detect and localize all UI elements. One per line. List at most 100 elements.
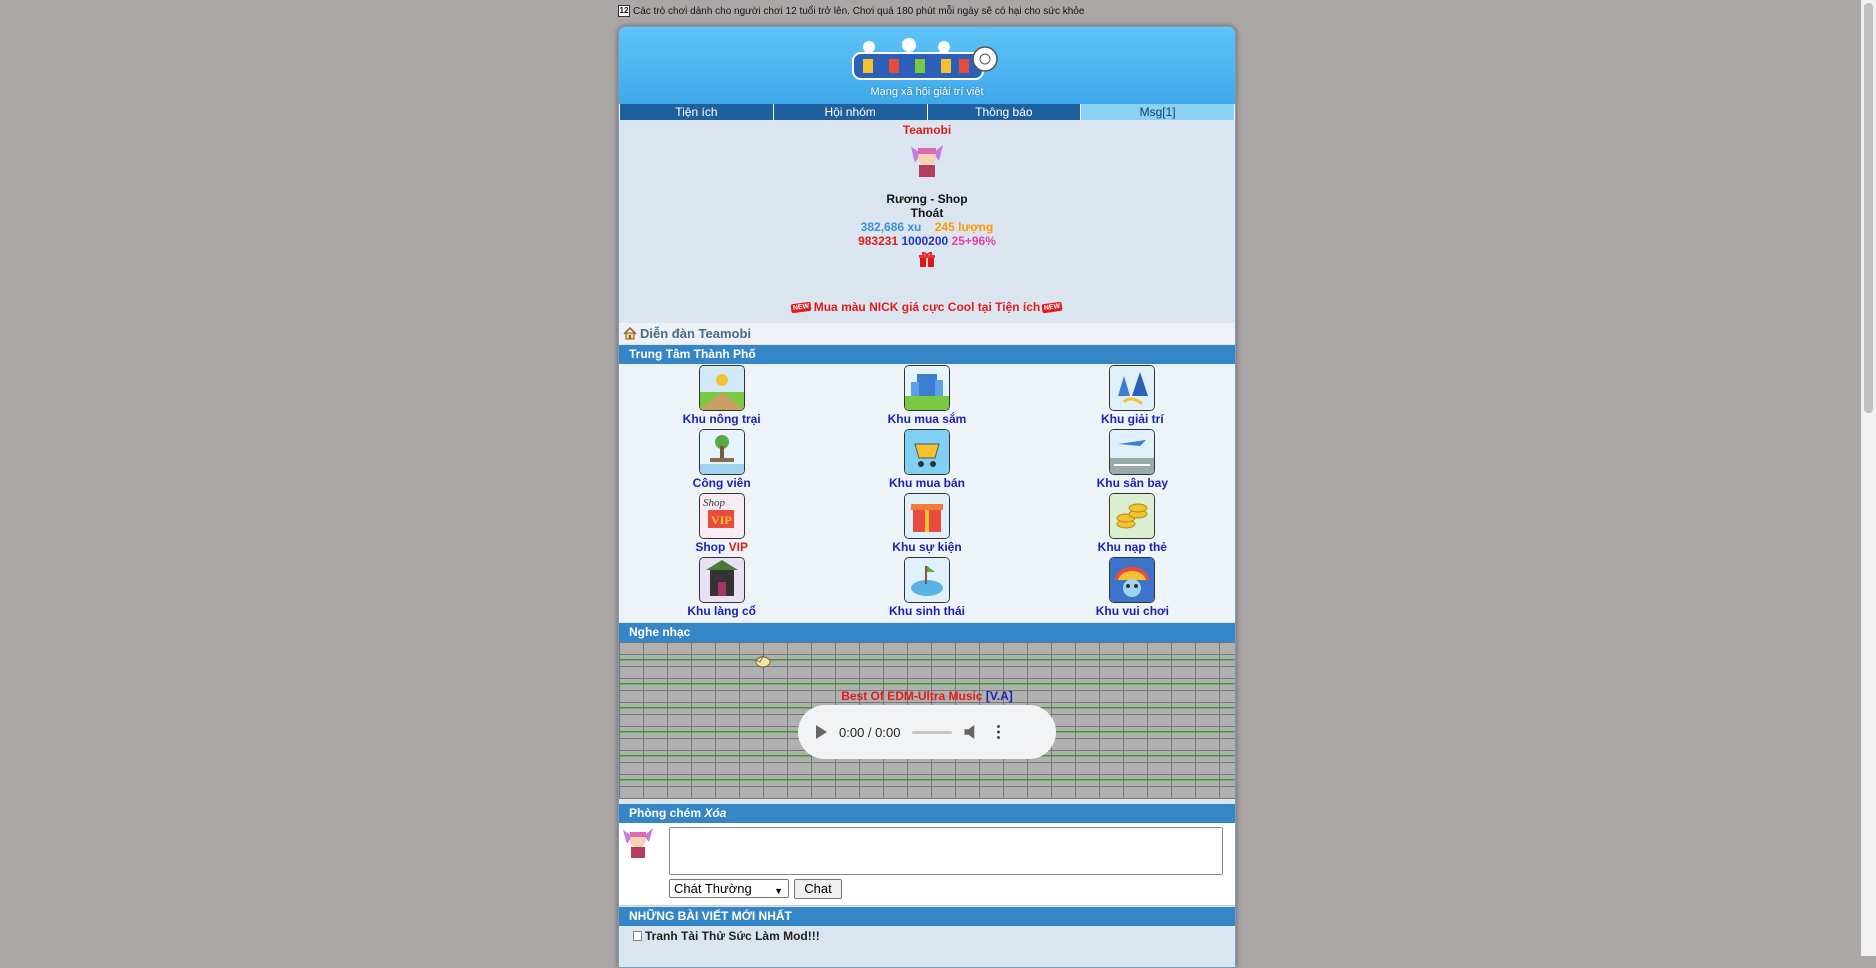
topup-icon[interactable]: [1109, 493, 1156, 539]
chest-shop-link[interactable]: Rương - Shop: [619, 192, 1235, 206]
zone-vip-shop[interactable]: Shop VIP Shop VIP: [619, 493, 824, 557]
main-nav: Tiện ích Hội nhóm Thông báo Msg[1]: [619, 104, 1235, 120]
chat-delete-link[interactable]: Xóa: [704, 806, 726, 820]
chat-message-input[interactable]: [669, 827, 1223, 875]
trade-icon[interactable]: [903, 429, 950, 475]
zone-label[interactable]: Khu sự kiện: [824, 539, 1029, 555]
vip-shop-icon[interactable]: Shop VIP: [698, 493, 745, 539]
volume-icon[interactable]: [964, 725, 975, 739]
chat-mode-value: Chát Thường: [674, 881, 752, 896]
zone-farm[interactable]: Khu nông trại: [619, 365, 824, 429]
zone-label[interactable]: Công viên: [619, 475, 824, 491]
zone-label-text: Shop: [695, 540, 729, 554]
zone-old-village[interactable]: Khu làng cổ: [619, 557, 824, 621]
home-icon[interactable]: [623, 327, 637, 340]
farm-icon[interactable]: [698, 365, 745, 411]
zone-airport[interactable]: Khu sân bay: [1030, 429, 1235, 493]
zone-label[interactable]: Khu sân bay: [1030, 475, 1235, 491]
city-zone-grid: Khu nông trại Khu mua sắm Khu giải trí C…: [619, 364, 1235, 622]
song-artist: [V.A]: [985, 689, 1013, 703]
vip-label: VIP: [728, 540, 748, 554]
zone-label[interactable]: Khu nông trại: [619, 411, 824, 427]
promo-text: Mua màu NICK giá cực Cool tại Tiện ích: [813, 300, 1041, 314]
ecology-icon[interactable]: [903, 557, 950, 603]
new-badge: NEW: [1041, 301, 1064, 313]
username[interactable]: Teamobi: [619, 123, 1235, 137]
teamobi-logo[interactable]: [849, 37, 999, 89]
bird-icon: [754, 654, 771, 668]
svg-text:Shop: Shop: [703, 497, 726, 509]
post-title[interactable]: Tranh Tài Thử Sức Làm Mod!!!: [645, 929, 820, 943]
song-name: Best Of EDM-Ultra Music: [841, 689, 986, 703]
chat-mode-select[interactable]: Chát Thường ▼: [669, 879, 789, 898]
chat-send-button[interactable]: Chat: [794, 879, 842, 899]
svg-text:VIP: VIP: [711, 513, 732, 527]
chat-box: Chát Thường ▼ Chat: [619, 823, 1235, 906]
page-scrollbar[interactable]: [1861, 0, 1876, 956]
park-icon[interactable]: [698, 429, 745, 475]
zone-topup[interactable]: Khu nạp thẻ: [1030, 493, 1235, 557]
forum-title[interactable]: Diễn đàn Teamobi: [640, 326, 751, 341]
zone-label[interactable]: Khu giải trí: [1030, 411, 1235, 427]
zone-label[interactable]: Khu mua bán: [824, 475, 1029, 491]
new-badge: NEW: [790, 301, 813, 313]
post-icon: [633, 931, 642, 941]
shopping-icon[interactable]: [903, 365, 950, 411]
logout-link[interactable]: Thoát: [619, 206, 1235, 220]
zone-ecology[interactable]: Khu sinh thái: [824, 557, 1029, 621]
zone-label[interactable]: Khu sinh thái: [824, 603, 1029, 619]
site-slogan: Mạng xã hội giải trí việt: [870, 86, 984, 98]
zone-label[interactable]: Khu làng cổ: [619, 603, 824, 619]
header: Mạng xã hội giải trí việt: [619, 27, 1235, 104]
event-icon[interactable]: [903, 493, 950, 539]
zone-label[interactable]: Khu mua sắm: [824, 411, 1029, 427]
stat-red: 983231: [858, 234, 899, 248]
play-icon[interactable]: [816, 725, 827, 739]
zone-park[interactable]: Công viên: [619, 429, 824, 493]
user-avatar[interactable]: [905, 139, 949, 179]
gift-icon[interactable]: [918, 251, 936, 267]
old-village-icon[interactable]: [698, 557, 745, 603]
nav-thong-bao[interactable]: Thông báo: [927, 104, 1081, 120]
chevron-down-icon: ▼: [774, 886, 783, 896]
zone-label[interactable]: Khu vui chơi: [1030, 603, 1235, 619]
age-rating-icon: 12: [618, 5, 630, 17]
audio-player: 0:00 / 0:00 ⋮: [798, 705, 1056, 759]
chat-title: Phòng chém: [629, 806, 705, 820]
list-item[interactable]: Tranh Tài Thử Sức Làm Mod!!!: [619, 926, 1235, 946]
zone-label[interactable]: Khu nạp thẻ: [1030, 539, 1235, 555]
latest-posts-header: NHỮNG BÀI VIẾT MỚI NHẤT: [619, 907, 1235, 926]
playground-icon[interactable]: [1109, 557, 1156, 603]
music-header: Nghe nhạc: [619, 623, 1235, 642]
zone-event[interactable]: Khu sự kiện: [824, 493, 1029, 557]
audio-time: 0:00 / 0:00: [839, 724, 901, 740]
user-profile: Teamobi Rương - Shop Thoát 382,686 xu 24…: [619, 120, 1235, 323]
forum-breadcrumb: Diễn đàn Teamobi: [619, 323, 1235, 344]
luong-balance: 245 lượng: [934, 220, 994, 234]
stat-level: 25+96%: [951, 234, 996, 248]
page-container: Mạng xã hội giải trí việt Tiện ích Hội n…: [618, 26, 1236, 968]
nav-messages[interactable]: Msg[1]: [1081, 104, 1234, 120]
entertainment-icon[interactable]: [1109, 365, 1156, 411]
latest-posts-list: Tranh Tài Thử Sức Làm Mod!!!: [619, 926, 1235, 946]
stat-blue: 1000200: [901, 234, 949, 248]
zone-trade[interactable]: Khu mua bán: [824, 429, 1029, 493]
nav-hoi-nhom[interactable]: Hội nhóm: [773, 104, 927, 120]
airport-icon[interactable]: [1109, 429, 1156, 475]
more-options-icon[interactable]: ⋮: [990, 722, 1006, 742]
promo-banner[interactable]: NEW Mua màu NICK giá cực Cool tại Tiện í…: [619, 300, 1235, 314]
zone-label[interactable]: Shop VIP: [619, 539, 824, 555]
chat-avatar: [623, 828, 653, 858]
music-player-area: Best Of EDM-Ultra Music [V.A] 0:00 / 0:0…: [619, 642, 1235, 799]
age-notice: 12 Các trò chơi dành cho người chơi 12 t…: [618, 5, 1084, 17]
city-center-header: Trung Tâm Thành Phố: [619, 345, 1235, 364]
nav-tien-ich[interactable]: Tiện ích: [620, 104, 773, 120]
xu-balance: 382,686 xu: [860, 220, 922, 234]
zone-entertainment[interactable]: Khu giải trí: [1030, 365, 1235, 429]
zone-playground[interactable]: Khu vui chơi: [1030, 557, 1235, 621]
audio-progress-bar[interactable]: [912, 730, 953, 734]
age-notice-text: Các trò chơi dành cho người chơi 12 tuổi…: [633, 5, 1085, 17]
scrollbar-thumb[interactable]: [1864, 3, 1873, 413]
song-title[interactable]: Best Of EDM-Ultra Music [V.A]: [619, 689, 1235, 703]
zone-shopping[interactable]: Khu mua sắm: [824, 365, 1029, 429]
